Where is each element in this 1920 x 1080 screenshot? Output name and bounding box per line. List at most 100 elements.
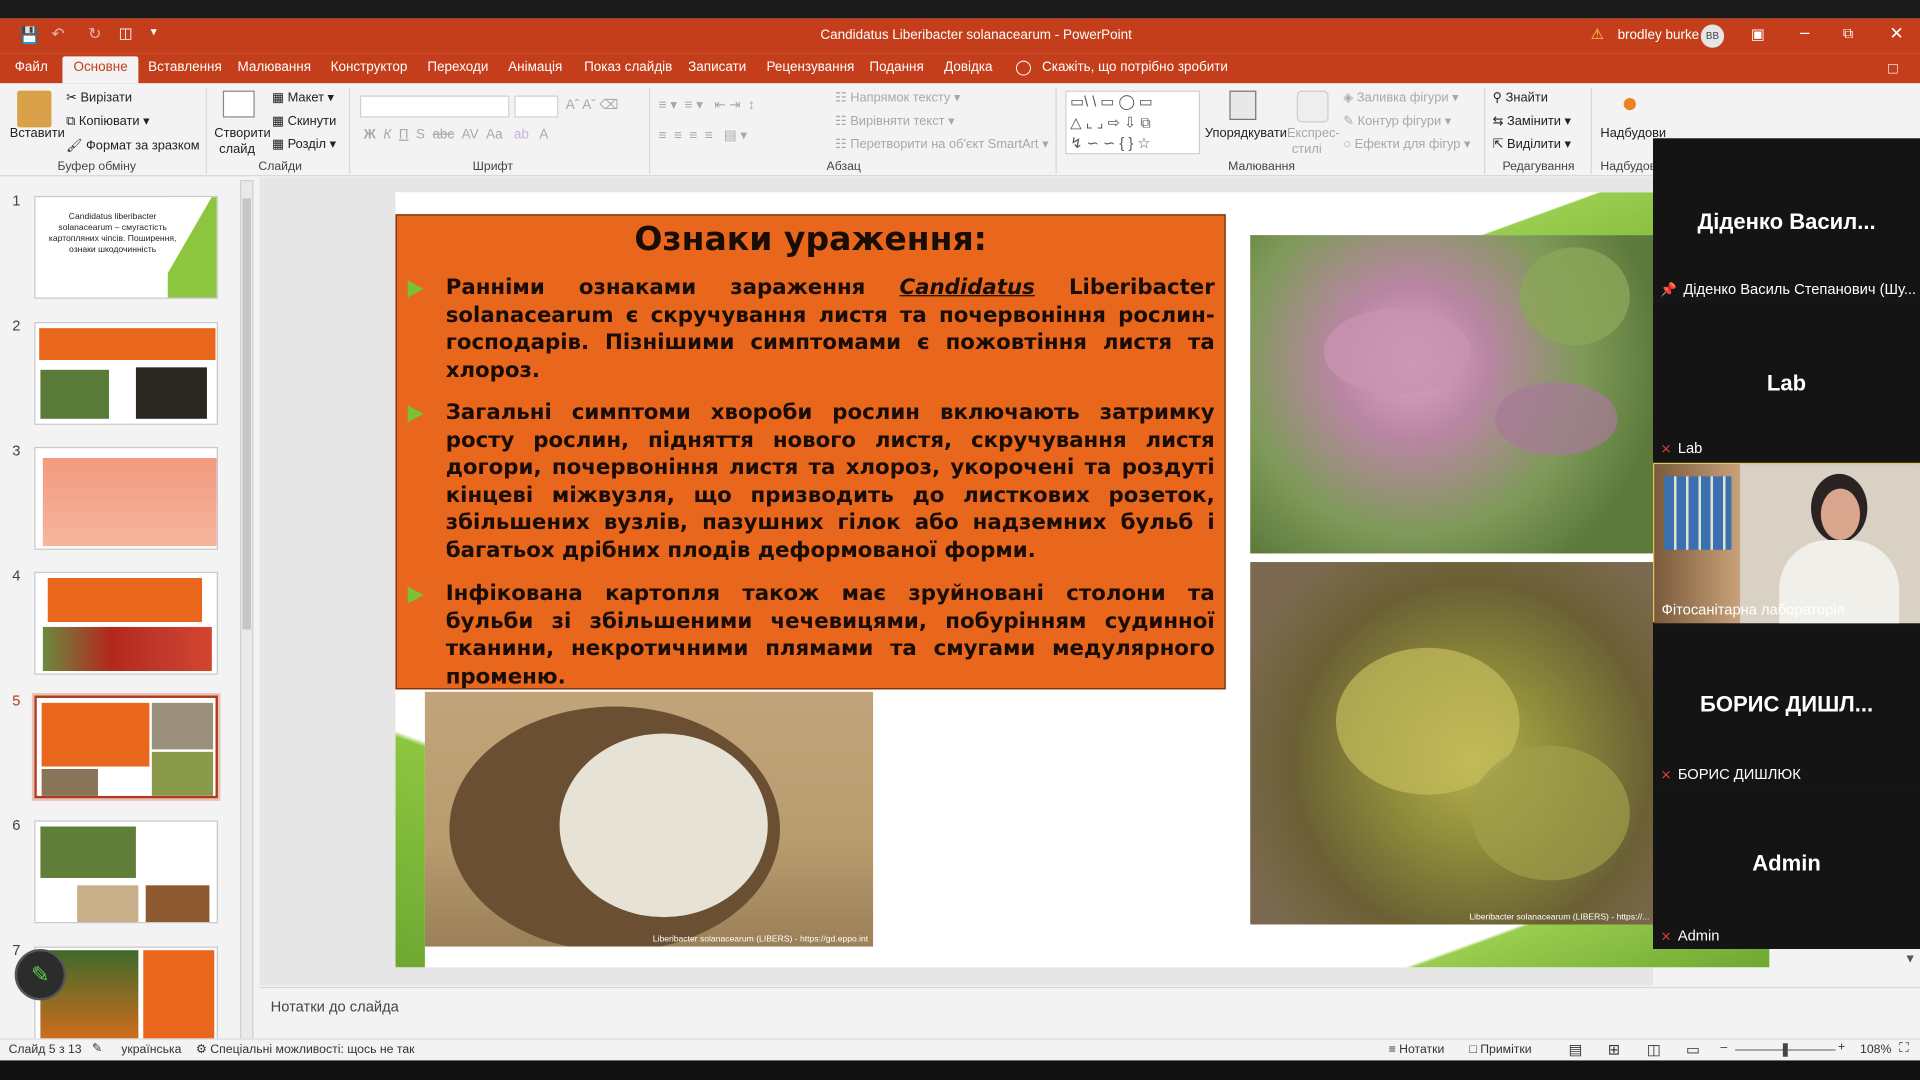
- participant-tile[interactable]: Lab ⨯ Lab: [1653, 302, 1920, 460]
- language-indicator[interactable]: українська: [121, 1043, 181, 1056]
- restore-icon[interactable]: ⧉: [1843, 24, 1854, 42]
- participant-tile[interactable]: Діденко Васил... 📌 Діденко Василь Степано…: [1653, 138, 1920, 298]
- addins-icon[interactable]: [1623, 97, 1636, 111]
- tab-transitions[interactable]: Переходи: [427, 60, 488, 75]
- scrollbar-thumb[interactable]: [242, 198, 252, 630]
- spellcheck-icon[interactable]: ✎: [92, 1042, 102, 1055]
- reset-button[interactable]: ▦ Скинути: [272, 114, 336, 129]
- save-icon[interactable]: 💾: [20, 26, 40, 46]
- new-slide-button-line2[interactable]: слайд: [219, 142, 255, 157]
- quick-styles-icon[interactable]: [1296, 90, 1329, 123]
- quick-styles-button[interactable]: Експрес-: [1287, 126, 1340, 141]
- arrange-button[interactable]: Упорядкувати: [1205, 126, 1287, 141]
- zoom-slider-thumb[interactable]: [1782, 1043, 1788, 1057]
- tab-help[interactable]: Довідка: [944, 60, 992, 75]
- user-name[interactable]: brodley burke: [1618, 28, 1700, 43]
- slide-text-box[interactable]: Ознаки ураження: Ранніми ознаками зараже…: [395, 214, 1226, 690]
- accessibility-status[interactable]: ⚙ Спеціальні можливості: щось не так: [196, 1043, 415, 1056]
- notes-pane[interactable]: Нотатки до слайда: [259, 986, 1920, 1039]
- arrange-icon[interactable]: [1229, 90, 1257, 121]
- new-slide-icon[interactable]: [222, 90, 255, 118]
- tab-home[interactable]: Основне: [62, 56, 139, 84]
- font-name-dropdown[interactable]: [360, 95, 510, 118]
- clipboard-group-label: Буфер обміну: [57, 160, 136, 174]
- image-tuber-cross-section[interactable]: Liberibacter solanacearum (LIBERS) - htt…: [424, 691, 874, 947]
- tab-insert[interactable]: Вставлення: [148, 60, 222, 75]
- format-painter-button[interactable]: 🖌 Формат за зразком: [66, 137, 199, 153]
- reading-view-icon[interactable]: ◫: [1647, 1041, 1661, 1058]
- tab-design[interactable]: Конструктор: [331, 60, 408, 75]
- font-size-dropdown[interactable]: [514, 95, 559, 118]
- redo-icon[interactable]: ↻: [88, 24, 101, 44]
- image-purple-leaves[interactable]: [1250, 235, 1655, 554]
- comments-icon[interactable]: □: [1888, 59, 1898, 77]
- undo-icon[interactable]: ↶: [51, 24, 64, 44]
- image-yellow-plant[interactable]: Liberibacter solanacearum (LIBERS) - htt…: [1250, 562, 1655, 925]
- new-slide-button[interactable]: Створити: [214, 126, 270, 141]
- thumbnail-slide-5[interactable]: [31, 693, 221, 801]
- cut-button[interactable]: ✂ Вирізати: [66, 91, 132, 106]
- shape-fill-button[interactable]: ◈ Заливка фігури ▾: [1343, 91, 1458, 106]
- thumbnail-slide-1[interactable]: Candidatus liberibacter solanacearum – с…: [34, 195, 218, 299]
- avatar[interactable]: BB: [1700, 24, 1725, 48]
- tab-slideshow[interactable]: Показ слайдів: [584, 60, 672, 75]
- panel-scroll-down-icon[interactable]: ▼: [1904, 953, 1916, 966]
- thumbnail-slide-4[interactable]: [34, 571, 218, 675]
- thumbnail-slide-2[interactable]: [34, 322, 218, 425]
- quick-styles-button-line2[interactable]: стилі: [1292, 142, 1322, 157]
- smartart-button[interactable]: ☷ Перетворити на об'єкт SmartArt ▾: [835, 137, 1048, 152]
- find-button[interactable]: ⚲ Знайти: [1493, 91, 1548, 106]
- tab-animations[interactable]: Анімація: [508, 60, 562, 75]
- thumbnail-slide-3[interactable]: [34, 446, 218, 550]
- warning-icon[interactable]: ⚠: [1591, 26, 1604, 43]
- shape-outline-button[interactable]: ✎ Контур фігури ▾: [1343, 114, 1451, 129]
- tab-file[interactable]: Файл: [15, 60, 48, 75]
- slide-bullet-2: Загальні симптоми хвороби рослин включаю…: [445, 400, 1215, 564]
- customize-qat-icon[interactable]: ▾: [151, 26, 157, 39]
- tab-record[interactable]: Записати: [688, 60, 746, 75]
- thumbnail-image: [41, 768, 98, 796]
- tell-me-search[interactable]: Скажіть, що потрібно зробити: [1042, 60, 1228, 75]
- align-text-button[interactable]: ☷ Вирівняти текст ▾: [835, 114, 954, 129]
- comments-button[interactable]: □ Примітки: [1469, 1043, 1531, 1056]
- paste-icon[interactable]: [17, 90, 52, 128]
- replace-button[interactable]: ⇆ Замінити ▾: [1493, 114, 1571, 129]
- list-buttons[interactable]: ≡ ▾ ≡ ▾ ⇤ ⇥ ↕: [659, 97, 755, 113]
- shapes-gallery[interactable]: ▭\ \ ▭ ◯ ▭ △ ⌞ ⌟ ⇨ ⇩ ⧉ ↯ ∽ ∽ { } ☆: [1065, 90, 1201, 155]
- tab-view[interactable]: Подання: [869, 60, 923, 75]
- zoom-in-icon[interactable]: +: [1838, 1041, 1845, 1054]
- thumbnail-slide-6[interactable]: [34, 820, 218, 924]
- participant-tile[interactable]: БОРИС ДИШЛ... ⨯ БОРИС ДИШЛЮК: [1653, 625, 1920, 785]
- text-direction-button[interactable]: ☷ Напрямок тексту ▾: [835, 91, 960, 106]
- shape-effects-button[interactable]: ○ Ефекти для фігур ▾: [1343, 137, 1470, 152]
- minimize-icon[interactable]: –: [1800, 22, 1810, 42]
- tab-draw[interactable]: Малювання: [238, 60, 312, 75]
- paste-button[interactable]: Вставити: [10, 126, 65, 141]
- thumbnail-image: [135, 367, 207, 419]
- pen-tool-icon[interactable]: ✎: [14, 948, 67, 1001]
- fit-to-window-icon[interactable]: ⛶: [1899, 1041, 1908, 1057]
- font-size-buttons[interactable]: Aˆ Aˇ ⌫: [566, 97, 619, 113]
- slideshow-view-icon[interactable]: ▭: [1686, 1041, 1700, 1058]
- close-icon[interactable]: ✕: [1889, 23, 1903, 44]
- zoom-out-icon[interactable]: –: [1720, 1041, 1727, 1054]
- tab-review[interactable]: Рецензування: [767, 60, 855, 75]
- zoom-level[interactable]: 108%: [1860, 1043, 1891, 1056]
- align-buttons[interactable]: ≡ ≡ ≡ ≡ ▤ ▾: [659, 127, 747, 144]
- notes-placeholder[interactable]: Нотатки до слайда: [271, 998, 399, 1015]
- participant-tile[interactable]: Admin ⨯ Admin: [1653, 787, 1920, 949]
- select-button[interactable]: ⇱ Виділити ▾: [1493, 137, 1571, 152]
- layout-button[interactable]: ▦ Макет ▾: [272, 91, 334, 106]
- slide-canvas[interactable]: Ознаки ураження: Ранніми ознаками зараже…: [395, 192, 1770, 968]
- slide-counter[interactable]: Слайд 5 з 13: [9, 1043, 82, 1056]
- normal-view-icon[interactable]: ▤: [1569, 1041, 1583, 1058]
- slideshow-from-start-icon[interactable]: ◫: [119, 24, 133, 41]
- font-style-buttons[interactable]: Ж К П S abc AV Aa ab A: [364, 127, 549, 142]
- participant-video-tile[interactable]: Фітосанітарна лабораторія: [1653, 462, 1920, 624]
- slide-sorter-icon[interactable]: ⊞: [1608, 1041, 1620, 1058]
- section-button[interactable]: ▦ Розділ ▾: [272, 137, 336, 152]
- copy-button[interactable]: ⧉ Копіювати ▾: [66, 114, 150, 130]
- thumbnail-scrollbar[interactable]: [240, 180, 254, 1040]
- ribbon-display-icon[interactable]: ▣: [1751, 26, 1765, 43]
- notes-button[interactable]: ≡ Нотатки: [1389, 1043, 1445, 1056]
